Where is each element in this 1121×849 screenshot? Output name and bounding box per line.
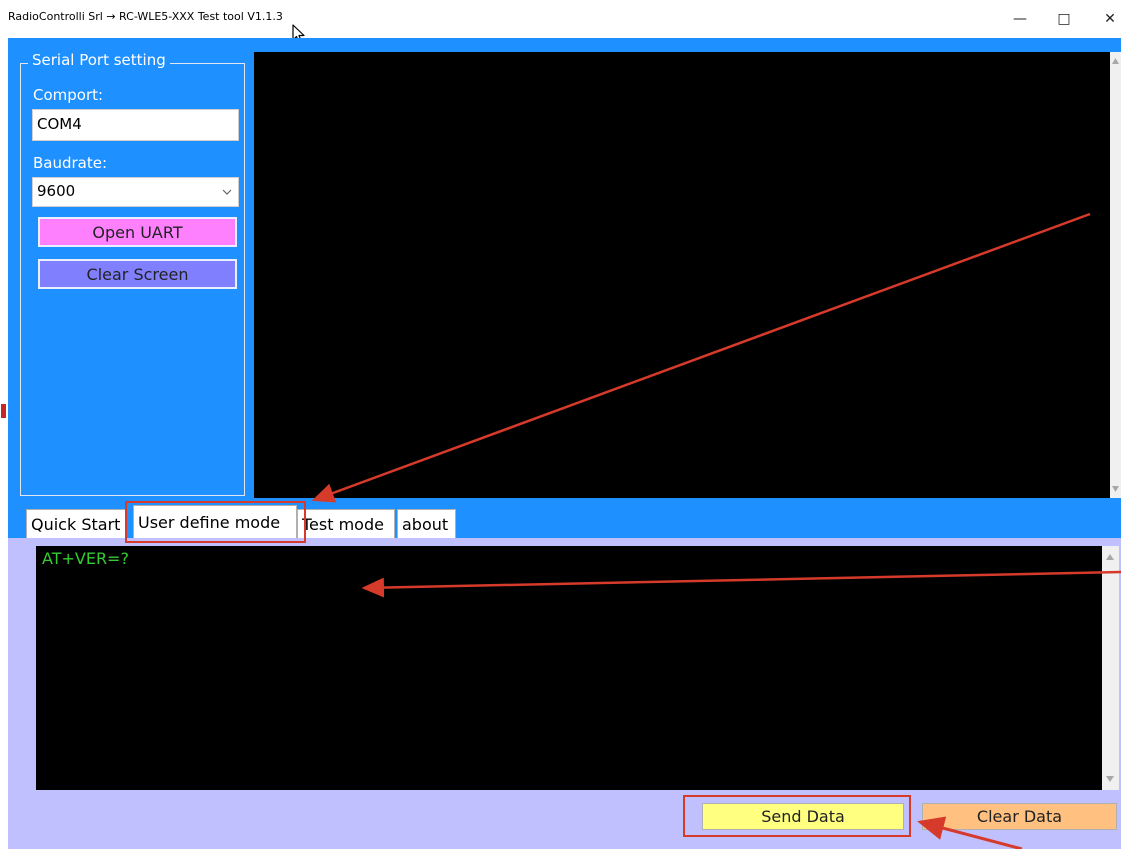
window-left-edge <box>0 38 8 849</box>
command-scrollbar[interactable] <box>1102 546 1119 790</box>
clear-data-button[interactable]: Clear Data <box>922 803 1117 830</box>
minimize-button[interactable]: — <box>998 4 1042 34</box>
command-input[interactable] <box>36 546 1102 790</box>
tab-test-mode[interactable]: Test mode <box>297 509 395 539</box>
maximize-button[interactable]: □ <box>1042 4 1086 34</box>
clear-screen-button[interactable]: Clear Screen <box>38 259 237 289</box>
serial-console-output[interactable] <box>254 52 1110 498</box>
baudrate-label: Baudrate: <box>33 154 108 172</box>
command-text: AT+VER=? <box>42 549 129 568</box>
close-icon: ✕ <box>1104 11 1116 27</box>
baudrate-select[interactable]: 9600 <box>32 177 239 207</box>
title-bar: RadioControlli Srl → RC-WLE5-XXX Test to… <box>0 0 1121 38</box>
tab-about[interactable]: about <box>397 509 456 539</box>
baudrate-value: 9600 <box>37 182 76 200</box>
highlight-box-send <box>683 795 911 837</box>
serial-port-group-label: Serial Port setting <box>28 51 170 69</box>
maximize-icon: □ <box>1057 11 1071 27</box>
tab-quick-start[interactable]: Quick Start <box>26 509 126 539</box>
highlight-box-tab <box>125 501 306 543</box>
open-uart-button[interactable]: Open UART <box>38 217 237 247</box>
close-button[interactable]: ✕ <box>1088 4 1121 34</box>
comport-label: Comport: <box>33 86 104 104</box>
window-title: RadioControlli Srl → RC-WLE5-XXX Test to… <box>8 10 283 23</box>
console-scrollbar[interactable] <box>1110 52 1121 498</box>
edge-marker <box>1 404 6 418</box>
triangle-up-icon[interactable] <box>1112 58 1119 64</box>
minimize-icon: — <box>1013 11 1027 27</box>
triangle-up-icon[interactable] <box>1106 554 1114 560</box>
triangle-down-icon[interactable] <box>1106 776 1114 782</box>
comport-input[interactable]: COM4 <box>32 109 239 141</box>
triangle-down-icon[interactable] <box>1112 486 1119 492</box>
chevron-down-icon <box>222 189 232 195</box>
